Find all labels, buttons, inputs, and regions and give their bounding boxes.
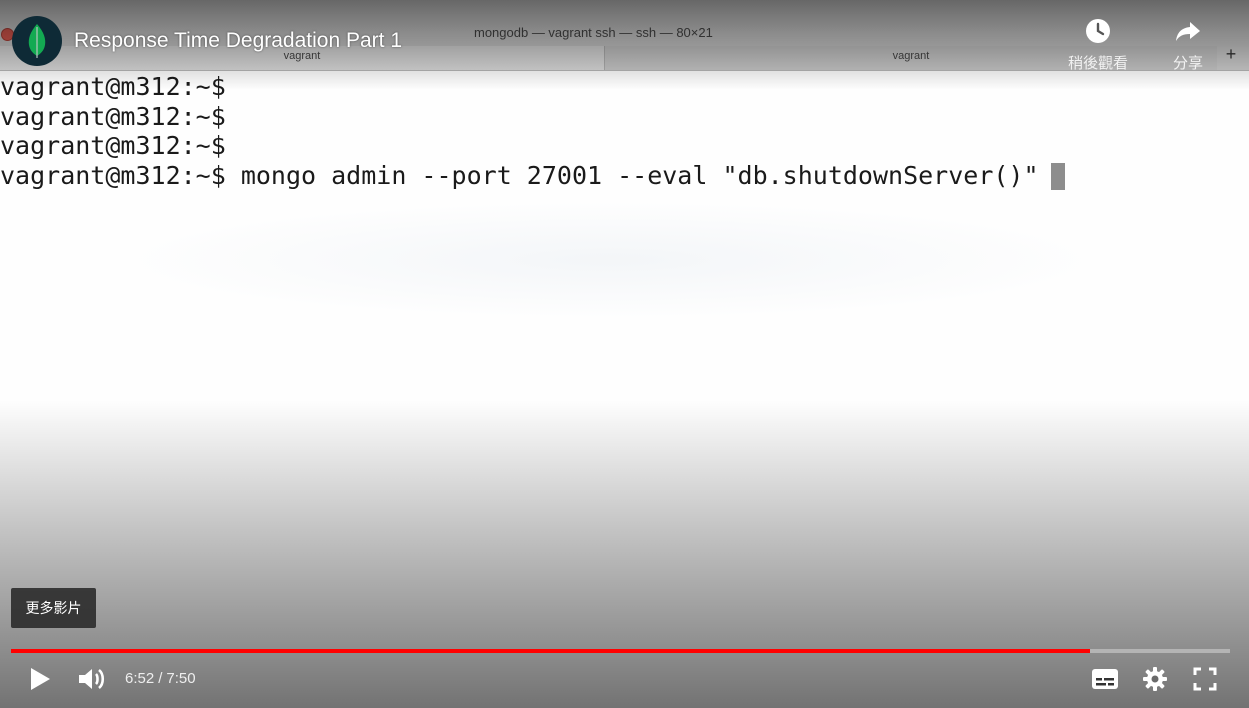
share-arrow-icon — [1176, 22, 1200, 41]
fullscreen-button[interactable] — [1185, 660, 1225, 698]
clock-icon — [1086, 19, 1110, 43]
time-display: 6:52/7:50 — [125, 670, 196, 687]
settings-button[interactable] — [1135, 660, 1175, 698]
subtitles-button[interactable] — [1085, 660, 1125, 698]
watch-later-label: 稍後觀看 — [1067, 55, 1128, 72]
mongodb-leaf-icon — [28, 24, 46, 58]
terminal-window: mongodb — vagrant ssh — ssh — 80×21 vagr… — [0, 0, 1249, 708]
volume-icon — [79, 668, 105, 690]
video-background-shade — [110, 200, 1110, 320]
more-videos-button[interactable]: 更多影片 — [11, 588, 96, 628]
terminal-command-line: vagrant@m312:~$ mongo admin --port 27001… — [0, 161, 1249, 191]
time-separator: / — [158, 670, 163, 687]
volume-button[interactable] — [72, 660, 112, 698]
current-time: 6:52 — [125, 670, 155, 687]
watch-later-button[interactable]: 稍後觀看 — [1058, 17, 1138, 73]
progress-bar[interactable] — [11, 649, 1230, 653]
video-title[interactable]: Response Time Degradation Part 1 — [74, 29, 402, 53]
channel-avatar[interactable] — [12, 16, 62, 66]
terminal-output: vagrant@m312:~$ vagrant@m312:~$ vagrant@… — [0, 72, 1249, 190]
share-button[interactable]: 分享 — [1148, 17, 1228, 73]
terminal-line: vagrant@m312:~$ — [0, 131, 226, 160]
terminal-line: vagrant@m312:~$ — [0, 72, 226, 101]
share-label: 分享 — [1172, 55, 1203, 72]
play-icon — [31, 668, 50, 690]
duration: 7:50 — [166, 670, 196, 687]
subtitles-icon — [1092, 669, 1118, 689]
gear-icon — [1143, 667, 1167, 691]
progress-played — [11, 649, 1090, 653]
fullscreen-icon — [1193, 667, 1217, 691]
terminal-window-title: mongodb — vagrant ssh — ssh — 80×21 — [474, 25, 713, 40]
terminal-line: vagrant@m312:~$ — [0, 101, 226, 131]
terminal-cursor — [1050, 162, 1065, 190]
terminal-command-text: vagrant@m312:~$ mongo admin --port 27001… — [0, 160, 1039, 190]
play-button[interactable] — [20, 660, 60, 698]
